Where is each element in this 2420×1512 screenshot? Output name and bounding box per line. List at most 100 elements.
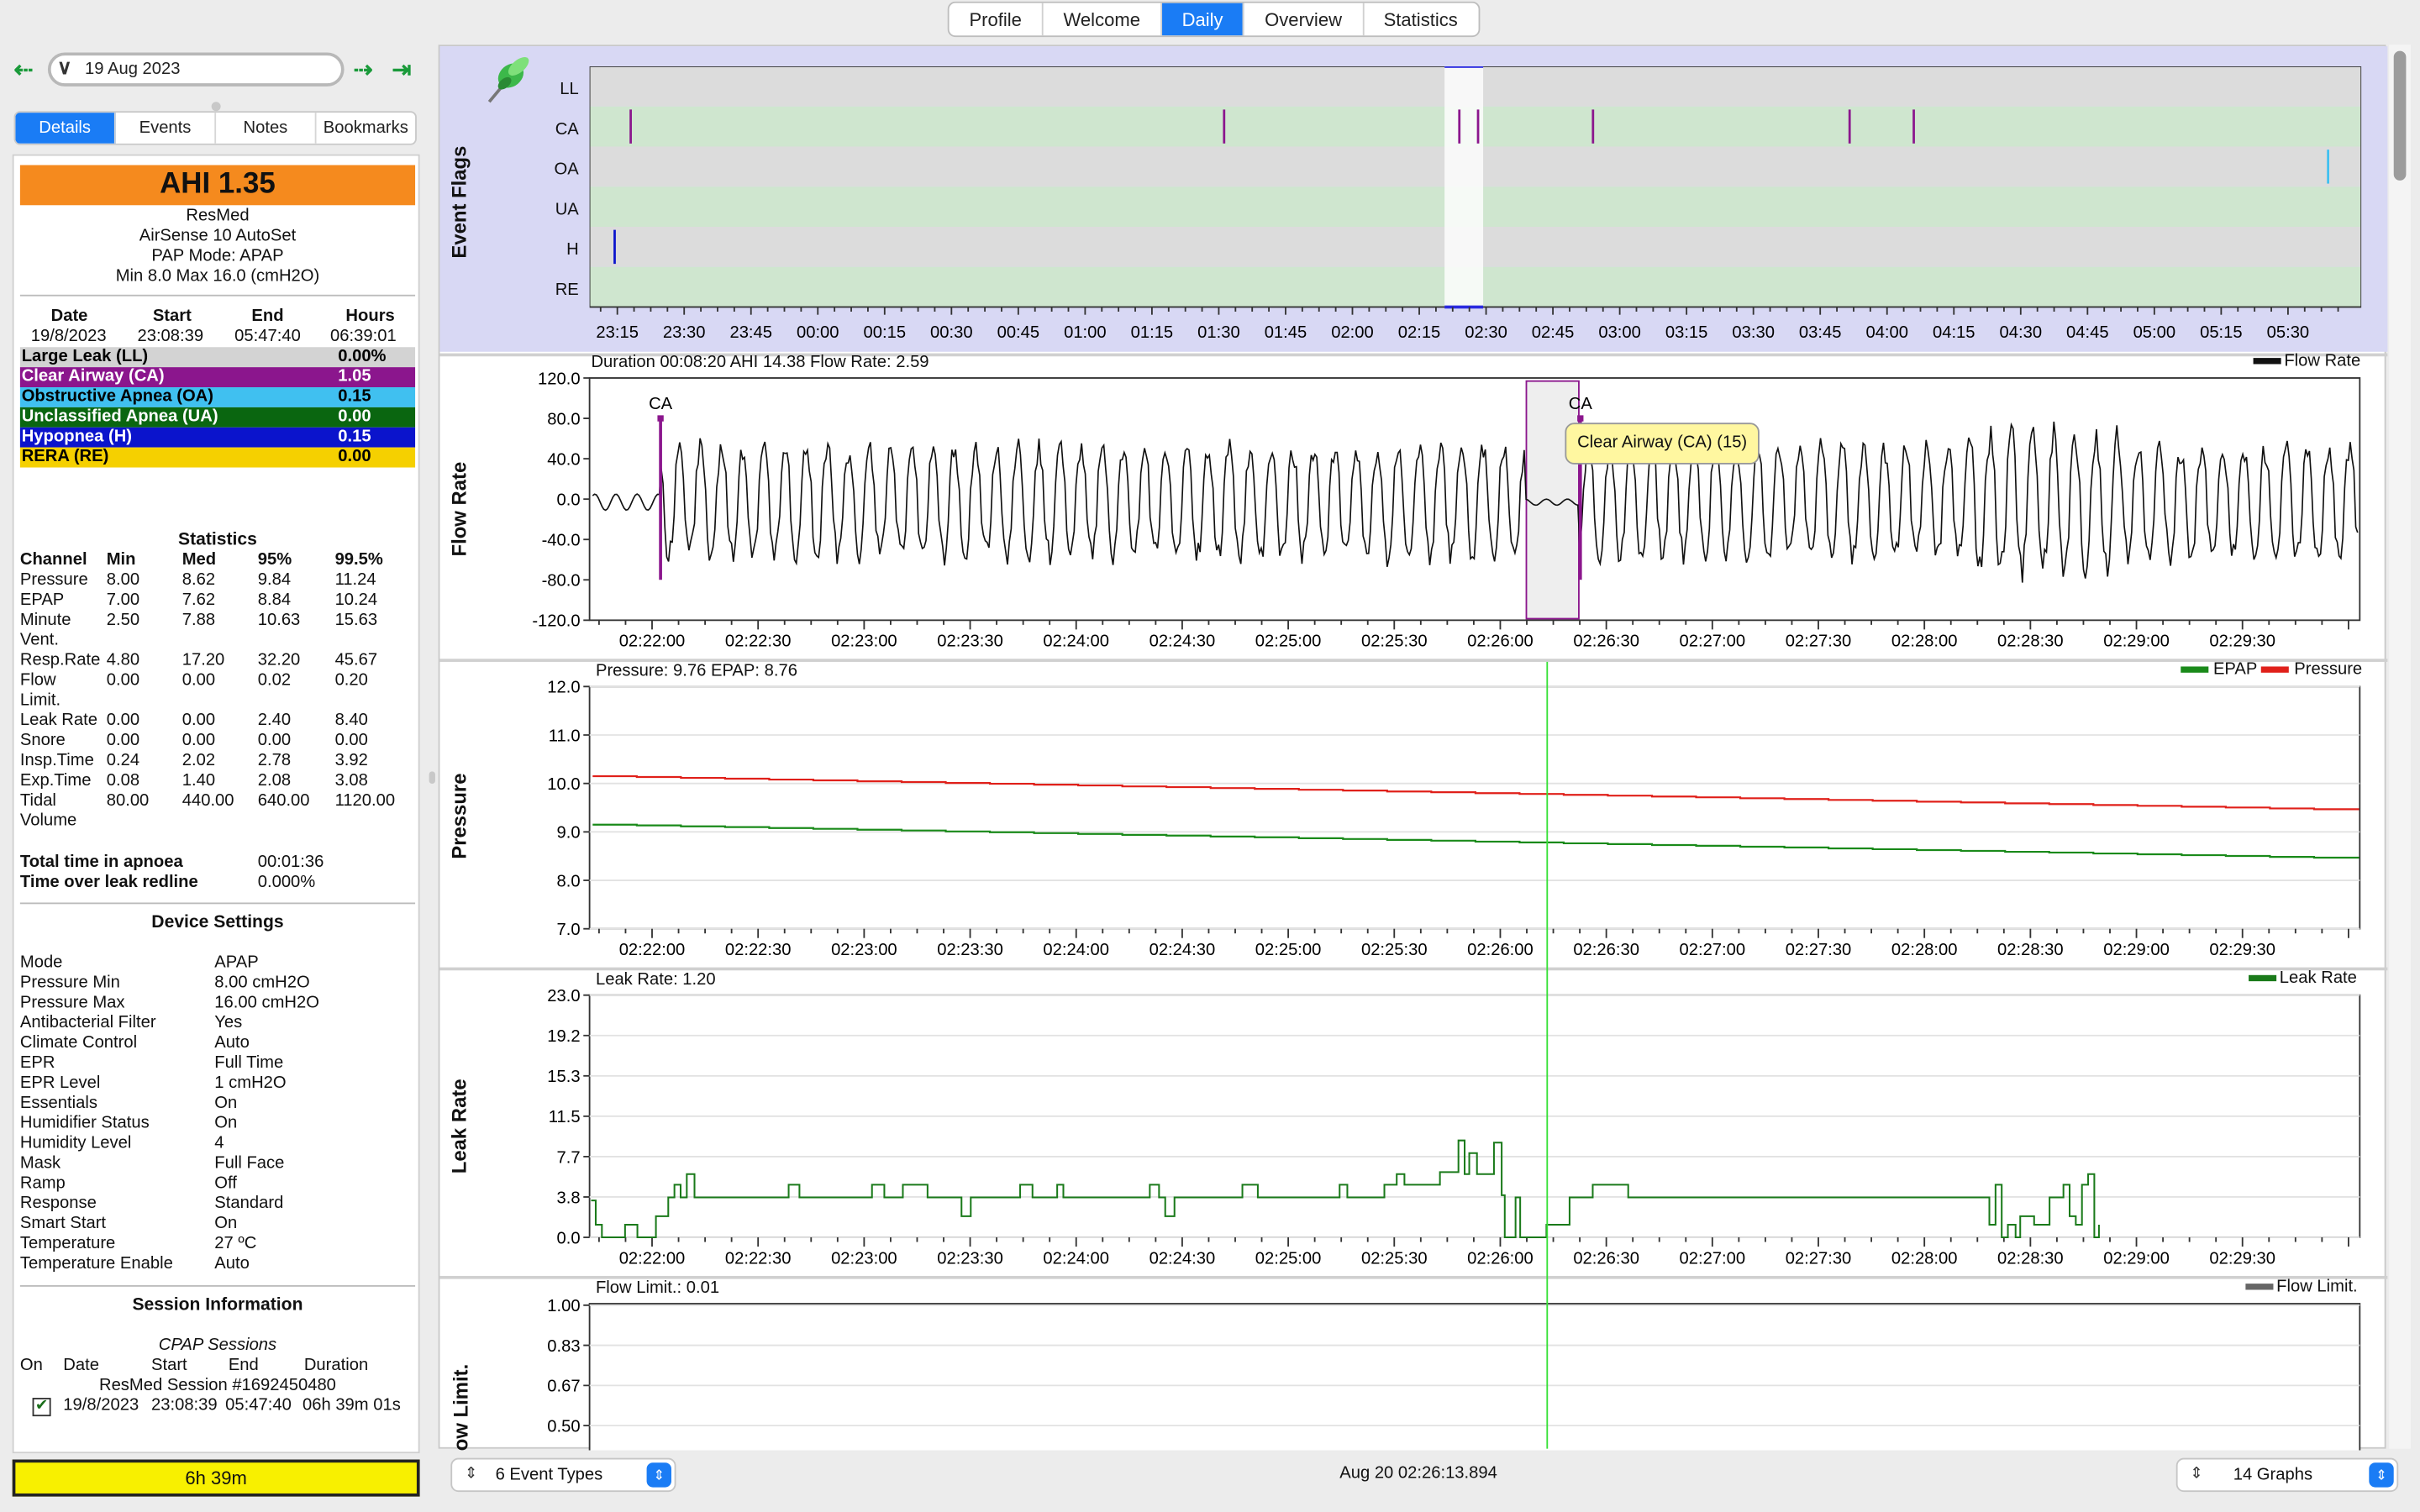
y-tick-label: -40.0: [542, 532, 581, 550]
x-tick-label: 02:28:00: [1891, 941, 1958, 959]
stats-value: 0.02: [257, 670, 292, 690]
dropdown-stepper-icon[interactable]: ⇕: [2369, 1462, 2394, 1488]
stats-value: 3.92: [334, 751, 368, 770]
stats-col-channel: Channel: [19, 550, 87, 570]
x-tick-label: 02:24:00: [1043, 1249, 1109, 1268]
x-tick-label: 02:26:30: [1573, 633, 1639, 651]
flow-rate-chart[interactable]: 120.0 80.0 40.0 0.0 -40.0 -80.0 -120.0 02:22:00…: [439, 370, 2387, 664]
y-tick-label: 19.2: [547, 1027, 580, 1046]
device-setting-row: Humidifier Status On: [20, 1114, 415, 1134]
setting-value: Yes: [214, 1013, 243, 1032]
flag-time-label: 01:45: [1265, 323, 1307, 342]
x-tick-label: 02:27:30: [1786, 1249, 1852, 1268]
stats-channel: Pressure: [19, 570, 88, 590]
tab-welcome[interactable]: Welcome: [1044, 3, 1162, 36]
next-day-arrow-icon[interactable]: ⇢: [354, 55, 373, 83]
setting-name: Mode: [19, 953, 63, 973]
panel-splitter[interactable]: [429, 771, 435, 785]
session-col-duration: Duration: [303, 1356, 369, 1375]
stats-row: Flow 0.00 0.00 0.02 0.20: [20, 671, 415, 691]
y-tick-label: 8.0: [557, 872, 581, 890]
flow-limit-legend: Flow Limit.: [2245, 1278, 2358, 1296]
leak-rate-chart[interactable]: 23.0 19.2 15.3 11.5 7.7 3.8 0.0 02:22:00 02:22:3…: [439, 987, 2387, 1280]
stats-value: 11.24: [334, 570, 376, 590]
stats-channel: EPAP: [19, 591, 65, 610]
event-types-dropdown[interactable]: ⇕ 6 Event Types ⇕: [450, 1457, 676, 1493]
event-row-label: OA: [554, 160, 579, 180]
model: AirSense 10 AutoSet: [139, 226, 297, 246]
stats-value: 32.20: [257, 651, 301, 670]
pap-mode: PAP Mode: APAP: [151, 246, 284, 265]
device-setting-row: EPR Full Time: [20, 1053, 415, 1074]
session-info-title: Session Information: [132, 1295, 303, 1315]
setting-value: APAP: [214, 953, 259, 973]
tab-details[interactable]: Details: [15, 113, 116, 144]
date-picker[interactable]: ∨ 19 Aug 2023: [47, 52, 345, 87]
device-setting-row: EPR Level 1 cmH2O: [20, 1074, 415, 1094]
x-tick-label: 02:26:00: [1467, 1249, 1534, 1268]
legend-swatch-pressure: [2261, 666, 2290, 673]
event-value: 0.00: [338, 407, 371, 426]
tab-overview[interactable]: Overview: [1244, 3, 1364, 36]
event-flags-chart[interactable]: 23:15 23:30 23:45 00:00 00:15 00:30 00:45 01:00…: [589, 66, 2362, 347]
x-tick-label: 02:26:30: [1573, 1249, 1639, 1268]
value-date: 19/8/2023: [30, 327, 107, 346]
stats-value: 8.00: [106, 570, 140, 590]
event-flags-ylabel: Event Flags: [447, 145, 471, 259]
setting-value: On: [214, 1094, 238, 1113]
tab-statistics[interactable]: Statistics: [1364, 3, 1478, 36]
pressure-chart[interactable]: 12.0 11.0 10.0 9.0 8.0 7.0 02:22:00 02:22:30 02:…: [439, 679, 2387, 972]
x-tick-label: 02:26:00: [1467, 941, 1534, 959]
x-tick-label: 02:24:30: [1150, 633, 1216, 651]
setting-name: EPR: [19, 1053, 55, 1073]
ca-event-label: CA: [649, 395, 673, 413]
tab-daily[interactable]: Daily: [1161, 3, 1245, 36]
vertical-scrollbar[interactable]: [2389, 45, 2411, 1449]
x-tick-label: 02:24:30: [1150, 941, 1216, 959]
bottom-bar: ⇕ 6 Event Types ⇕ Aug 20 02:26:13.894 ⇕ …: [438, 1452, 2414, 1502]
splitter-dot: [211, 102, 221, 112]
chevron-down-icon[interactable]: ∨: [57, 54, 71, 81]
tab-notes[interactable]: Notes: [216, 113, 317, 144]
tab-bookmarks[interactable]: Bookmarks: [317, 113, 416, 144]
session-col-start: Start: [150, 1356, 187, 1375]
ca-event-label: CA: [1569, 395, 1593, 413]
graphs-label: 14 Graphs: [2233, 1465, 2313, 1484]
graphs-dropdown[interactable]: ⇕ 14 Graphs ⇕: [2175, 1457, 2399, 1493]
pin-icon[interactable]: [480, 50, 535, 108]
stats-value: 4.80: [106, 651, 140, 670]
session-checkbox[interactable]: ✔: [32, 1398, 51, 1417]
dropdown-stepper-icon[interactable]: ⇕: [646, 1462, 671, 1488]
setting-name: Temperature: [19, 1234, 116, 1253]
session-row[interactable]: ✔ 19/8/2023 23:08:39 05:47:40 06h 39m 01…: [20, 1396, 415, 1417]
flag-time-label: 02:30: [1465, 323, 1507, 342]
header-end: End: [251, 307, 284, 326]
details-pane[interactable]: AHI 1.35 ResMed AirSense 10 AutoSet PAP …: [12, 154, 420, 1454]
flag-time-label: 00:30: [930, 323, 973, 342]
x-tick-label: 02:22:30: [725, 941, 792, 959]
setting-value: Auto: [214, 1254, 250, 1273]
time-cursor: [1546, 661, 1549, 1449]
scroll-thumb[interactable]: [2393, 50, 2407, 181]
leak-rate-info: Leak Rate: 1.20: [595, 970, 716, 990]
flow-limit-chart[interactable]: 1.00 0.83 0.67 0.50: [439, 1296, 2387, 1451]
x-tick-label: 02:27:00: [1680, 941, 1746, 959]
prev-day-arrow-icon[interactable]: ⇠: [14, 55, 34, 83]
selection-window: [1444, 66, 1484, 307]
stats-value: 1.40: [182, 771, 216, 790]
stats-value: 15.63: [334, 611, 378, 630]
cpap-sessions-label: CPAP Sessions: [158, 1336, 277, 1355]
stats-value: 0.00: [334, 731, 368, 750]
legend-pressure-label: Pressure: [2294, 660, 2363, 680]
tab-events[interactable]: Events: [116, 113, 217, 144]
plot-frame: [588, 1303, 2361, 1451]
tab-profile[interactable]: Profile: [950, 3, 1044, 36]
stats-row: Snore 0.00 0.00 0.00 0.00: [20, 732, 415, 752]
setting-value: Auto: [214, 1033, 250, 1053]
y-tick-label: 3.8: [557, 1189, 581, 1207]
x-tick-label: 02:27:30: [1786, 941, 1852, 959]
graph-area[interactable]: Event Flags LL CA OA UA H RE 23:15 23:30 23:45 0…: [438, 45, 2388, 1468]
last-day-arrow-icon[interactable]: ⇥: [392, 55, 412, 83]
event-index-row: Hypopnea (H) 0.15: [19, 427, 416, 448]
session-header: On Date Start End Duration: [20, 1356, 415, 1376]
